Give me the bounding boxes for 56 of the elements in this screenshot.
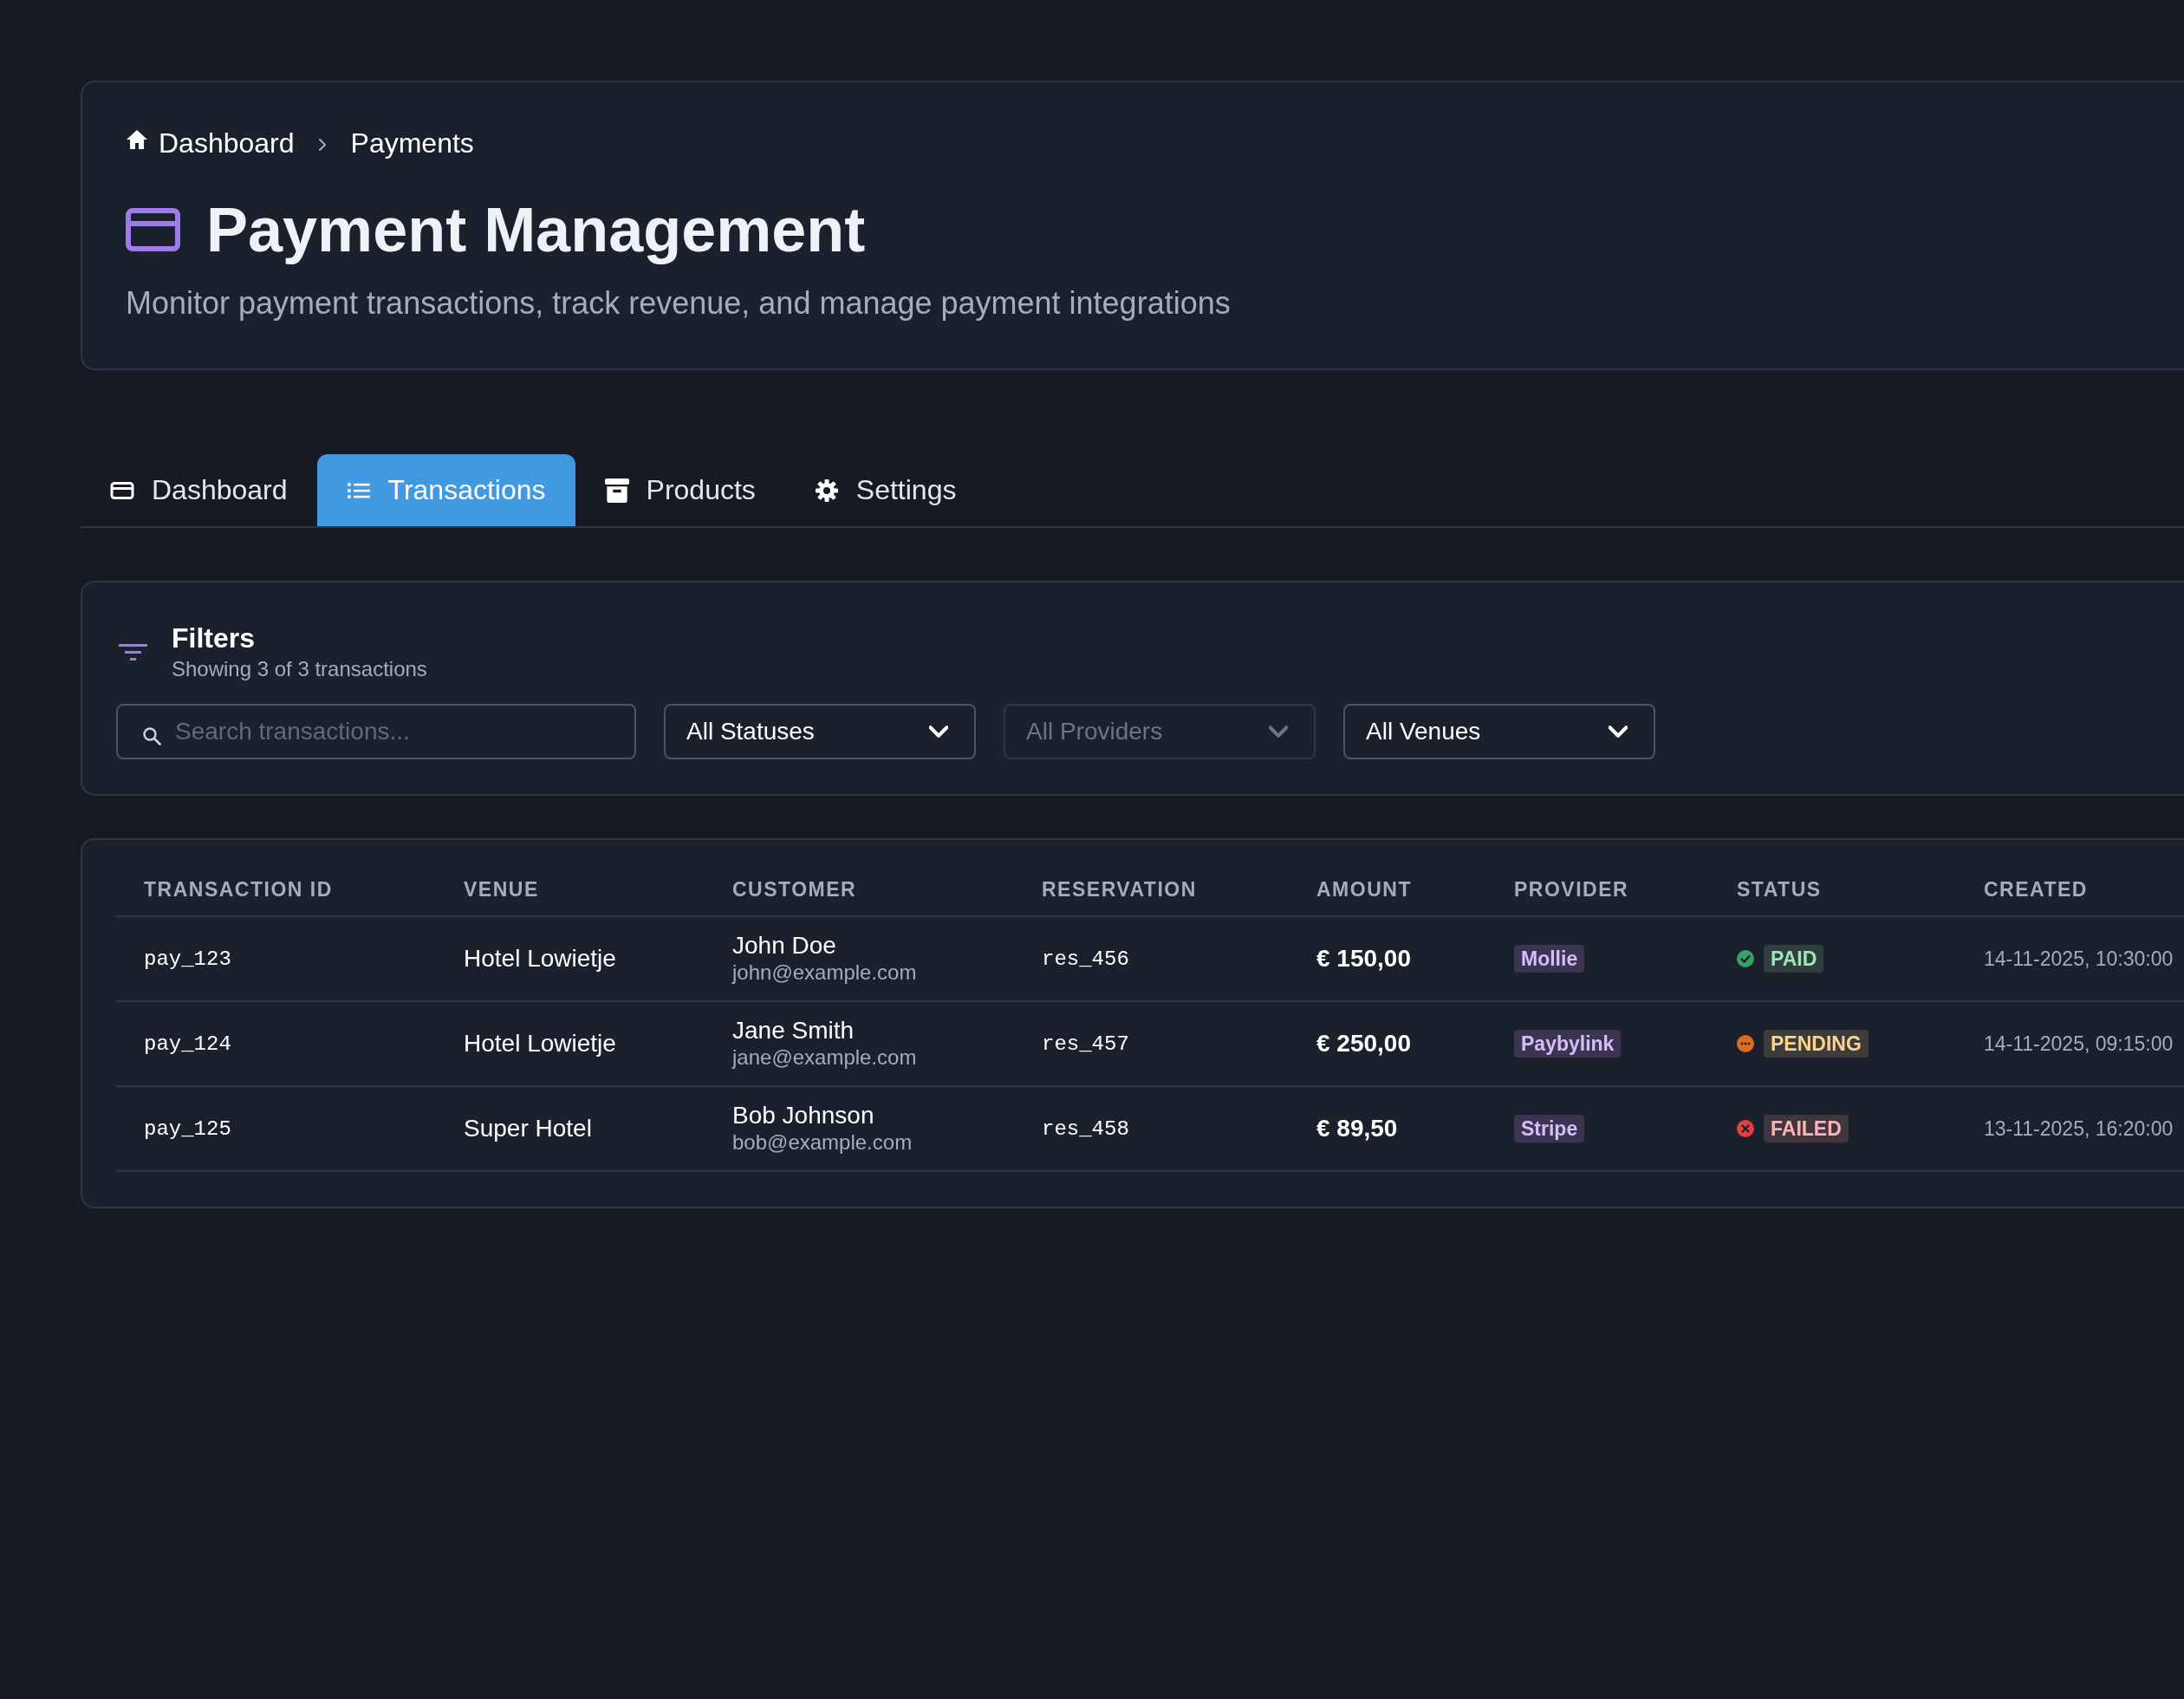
provider-badge: Mollie bbox=[1514, 945, 1585, 973]
table-cell: res_457 bbox=[1014, 1001, 1289, 1086]
status-badge: FAILED bbox=[1764, 1115, 1849, 1142]
provider-badge: Paybylink bbox=[1514, 1030, 1622, 1058]
customer-name: Jane Smith bbox=[732, 1017, 855, 1045]
table-cell: res_456 bbox=[1014, 916, 1289, 1001]
x-circle-icon bbox=[1737, 1120, 1754, 1137]
table-cell: pay_125 bbox=[116, 1086, 436, 1171]
filters-summary: Showing 3 of 3 transactions bbox=[172, 656, 427, 682]
customer-email: jane@example.com bbox=[732, 1045, 917, 1071]
column-header: VENUE bbox=[436, 869, 705, 916]
breadcrumb-link[interactable]: Dashboard bbox=[126, 122, 295, 164]
filter-icon bbox=[119, 643, 147, 662]
search-field[interactable]: Search transactions... bbox=[116, 704, 636, 759]
credit-card-icon bbox=[126, 208, 180, 251]
table-cell: Hotel Lowietje bbox=[436, 1001, 705, 1086]
filters-title: Filters bbox=[172, 622, 256, 654]
table-cell: 14-11-2025, 10:30:00 bbox=[1956, 916, 2184, 1001]
tab[interactable]: Products bbox=[575, 454, 785, 526]
page-subtitle: Monitor payment transactions, track revenue, and manage payment integrations bbox=[126, 284, 1231, 322]
table-cell: Super Hotel bbox=[436, 1086, 705, 1171]
status-badge: PAID bbox=[1764, 945, 1824, 973]
table-cell: € 150,00 bbox=[1289, 916, 1486, 1001]
home-icon bbox=[126, 128, 148, 151]
customer-email: bob@example.com bbox=[732, 1129, 913, 1155]
check-circle-icon bbox=[1737, 950, 1754, 967]
provider-badge: Stripe bbox=[1514, 1115, 1585, 1142]
column-header: PROVIDER bbox=[1486, 869, 1709, 916]
table-cell: pay_124 bbox=[116, 1001, 436, 1086]
page-title: Payment Management bbox=[206, 194, 866, 266]
column-header: RESERVATION bbox=[1014, 869, 1289, 916]
customer-name: John Doe bbox=[732, 932, 836, 960]
table-cell: pay_123 bbox=[116, 916, 436, 1001]
table-cell: 14-11-2025, 09:15:00 bbox=[1956, 1001, 2184, 1086]
table-cell: € 89,50 bbox=[1289, 1086, 1486, 1171]
column-header: AMOUNT bbox=[1289, 869, 1486, 916]
table-cell: res_458 bbox=[1014, 1086, 1289, 1171]
column-header: CREATED bbox=[1956, 869, 2184, 916]
table-cell: Hotel Lowietje bbox=[436, 916, 705, 1001]
table-cell: 13-11-2025, 16:20:00 bbox=[1956, 1086, 2184, 1171]
column-header: CUSTOMER bbox=[705, 869, 1014, 916]
tab[interactable]: Settings bbox=[784, 454, 986, 526]
select-dropdown[interactable]: All Venues bbox=[1343, 704, 1655, 759]
breadcrumb-current: Payments bbox=[350, 127, 474, 160]
table-cell: € 250,00 bbox=[1289, 1001, 1486, 1086]
status-badge: PENDING bbox=[1764, 1030, 1869, 1058]
search-icon bbox=[142, 726, 161, 745]
ellipsis-circle-icon bbox=[1737, 1035, 1754, 1052]
column-header: STATUS bbox=[1709, 869, 1956, 916]
column-header: TRANSACTION ID bbox=[116, 869, 436, 916]
settings-icon bbox=[814, 478, 839, 503]
customer-name: Bob Johnson bbox=[732, 1102, 874, 1129]
archive-box-icon bbox=[604, 478, 629, 503]
customer-email: john@example.com bbox=[732, 960, 917, 986]
select-dropdown[interactable]: All Statuses bbox=[664, 704, 976, 759]
tab[interactable]: Dashboard bbox=[81, 454, 317, 526]
